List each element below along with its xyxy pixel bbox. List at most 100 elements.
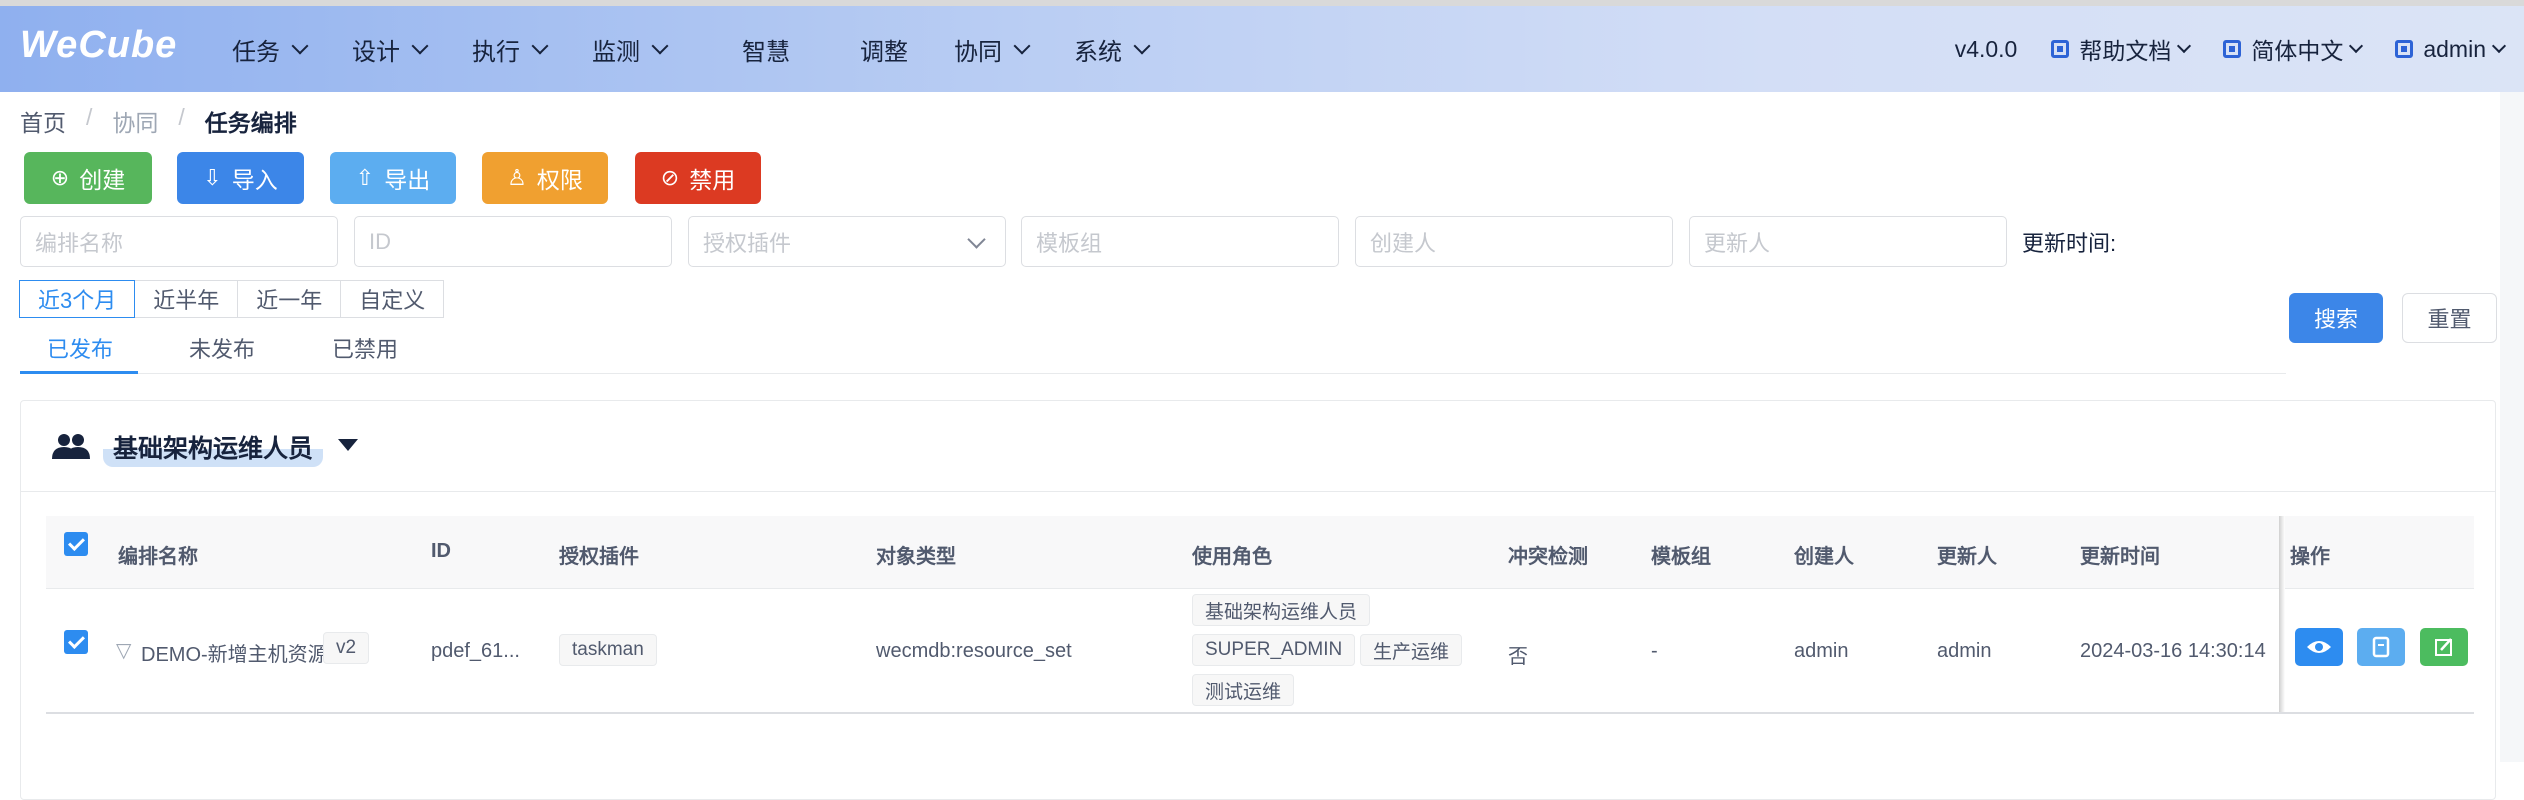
table-row[interactable]: ▽ DEMO-新增主机资源 v2 pdef_61... taskman wecm… [46,588,2474,714]
version-label: v4.0.0 [1954,35,2018,62]
nav-adjust[interactable]: 调整 [860,32,908,67]
chevron-down-icon [967,230,986,249]
plugin-tag: taskman [559,634,657,666]
row-checkbox[interactable] [64,630,88,654]
plugin-select[interactable]: 授权插件 [688,216,1006,267]
nav-label: 系统 [1074,38,1122,66]
role-tag: SUPER_ADMIN [1192,634,1356,666]
nav-collaborate[interactable]: 协同 [954,32,1031,67]
language-icon [2223,40,2242,58]
role-tag: 基础架构运维人员 [1192,594,1371,626]
nav-task[interactable]: 任务 [232,32,309,67]
user-icon: ♙ [507,165,527,190]
user-icon [2395,40,2414,58]
breadcrumb-separator: / [86,104,93,130]
chevron-down-icon [2177,38,2192,54]
search-button[interactable]: 搜索 [2289,293,2383,343]
role-group-header[interactable]: 基础架构运维人员 [21,401,2495,492]
chevron-down-icon [291,37,309,55]
nav-label: 调整 [860,38,908,66]
help-label: 帮助文档 [2079,38,2172,64]
creator-filter-input[interactable]: 创建人 [1355,216,1673,267]
plus-circle-icon: ⊕ [50,165,70,190]
language-menu[interactable]: 简体中文 [2223,32,2364,66]
placeholder: 授权插件 [703,230,792,256]
col-updated: 更新时间 [2080,546,2160,568]
placeholder: 模板组 [1036,230,1103,256]
help-docs-menu[interactable]: 帮助文档 [2051,32,2192,66]
users-icon [52,434,90,459]
placeholder: 编排名称 [35,230,124,256]
reset-button[interactable]: 重置 [2402,293,2497,343]
copy-button[interactable] [2357,628,2405,666]
col-name: 编排名称 [118,546,198,568]
chevron-down-icon [2349,38,2364,54]
header-right: v4.0.0 帮助文档 简体中文 admin [1921,6,2507,92]
select-all-checkbox[interactable] [64,532,88,556]
chevron-down-icon [2491,38,2507,54]
placeholder: 创建人 [1370,230,1437,256]
create-button[interactable]: ⊕ 创建 [24,152,152,204]
role-tag: 测试运维 [1192,674,1295,706]
nav-label: 智慧 [742,38,790,66]
export-icon: ⇧ [355,165,375,190]
nav-system[interactable]: 系统 [1074,32,1151,67]
cell-conflict: 否 [1508,646,1528,668]
nav-wisdom[interactable]: 智慧 [742,32,790,67]
range-3-months[interactable]: 近3个月 [19,280,136,318]
col-actions: 操作 [2290,546,2330,568]
main-nav: 任务 设计 执行 监测 智慧 调整 协同 系统 [232,6,1194,92]
updater-filter-input[interactable]: 更新人 [1689,216,2007,267]
ban-icon: ⊘ [660,165,680,190]
help-icon [2051,40,2070,58]
edit-icon [2435,638,2452,656]
tab-disabled[interactable]: 已禁用 [332,332,398,364]
import-button[interactable]: ⇩ 导入 [177,152,304,204]
time-range-group: 近3个月 近半年 近一年 自定义 [19,280,445,318]
disable-button[interactable]: ⊘ 禁用 [635,152,761,204]
breadcrumb-separator: / [178,104,185,130]
fixed-column-shadow [2279,516,2285,712]
role-group-title: 基础架构运维人员 [103,427,324,467]
status-tabs: 已发布 未发布 已禁用 [20,318,2286,374]
chevron-down-icon [1013,37,1031,55]
id-filter-input[interactable]: ID [354,216,672,267]
version-tag: v2 [323,632,370,664]
range-half-year[interactable]: 近半年 [134,280,239,318]
range-custom[interactable]: 自定义 [340,280,445,318]
template-group-input[interactable]: 模板组 [1021,216,1339,267]
placeholder: ID [369,228,391,254]
logo[interactable]: WeCube [20,24,177,67]
create-label: 创建 [79,167,126,193]
tab-ink-bar [20,371,138,374]
tab-unpublished[interactable]: 未发布 [189,332,255,364]
col-roles: 使用角色 [1192,546,1272,568]
export-button[interactable]: ⇧ 导出 [330,152,456,204]
user-menu[interactable]: admin [2395,35,2507,63]
scrollbar-track[interactable] [2500,92,2524,762]
col-creator: 创建人 [1794,546,1854,568]
nav-design[interactable]: 设计 [352,32,429,67]
col-object-type: 对象类型 [876,546,956,568]
nav-execute[interactable]: 执行 [472,32,549,67]
nav-monitor[interactable]: 监测 [592,32,669,67]
breadcrumb-home[interactable]: 首页 [20,104,66,138]
col-plugin: 授权插件 [559,546,639,568]
range-one-year[interactable]: 近一年 [237,280,342,318]
edit-button[interactable] [2420,628,2468,666]
cell-id: pdef_61... [431,640,520,662]
filter-icon: ▽ [116,640,132,662]
tab-published[interactable]: 已发布 [47,332,113,364]
cell-name[interactable]: DEMO-新增主机资源 [141,638,328,667]
col-template: 模板组 [1651,546,1711,568]
caret-down-icon[interactable] [338,439,358,451]
language-label: 简体中文 [2251,38,2344,64]
view-button[interactable] [2295,628,2343,666]
user-label: admin [2423,35,2486,62]
breadcrumb-parent[interactable]: 协同 [112,104,158,138]
permission-button[interactable]: ♙ 权限 [482,152,608,204]
col-updater: 更新人 [1937,546,1997,568]
permission-label: 权限 [536,167,583,193]
name-filter-input[interactable]: 编排名称 [20,216,338,267]
cell-updater: admin [1937,640,1992,662]
